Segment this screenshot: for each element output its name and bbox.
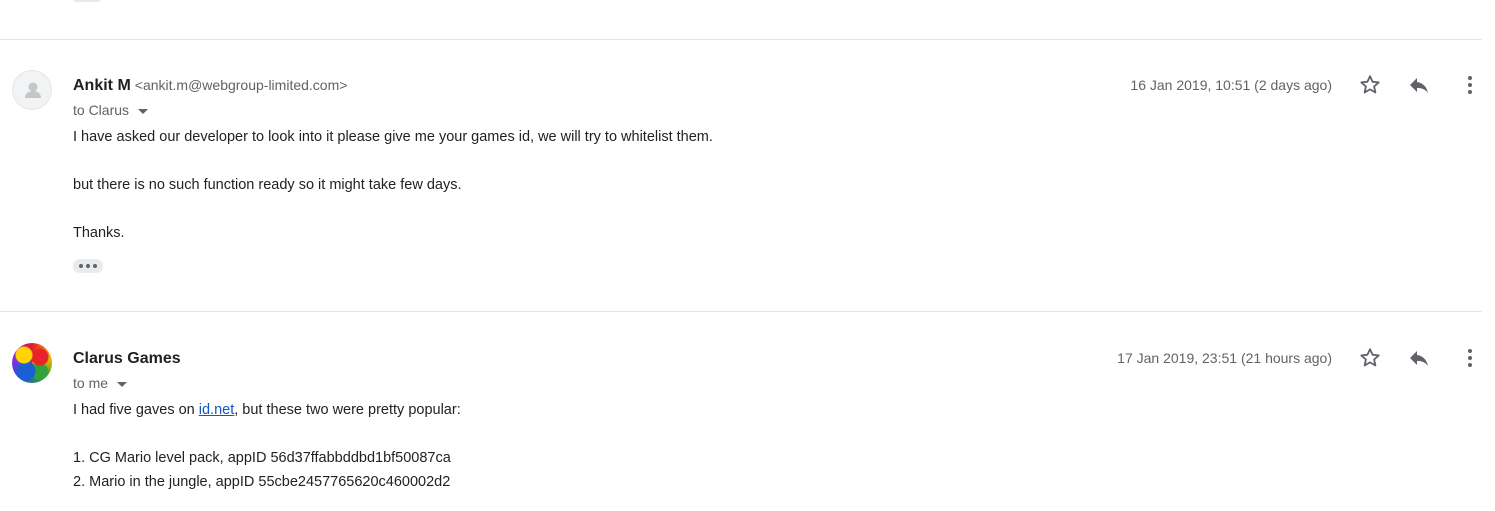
id-net-link[interactable]: id.net [199, 402, 234, 418]
list-item: 1. CG Mario level pack, appID 56d37ffabb… [73, 450, 451, 466]
sender-name[interactable]: Ankit M [73, 77, 131, 94]
recipient-label: to Clarus [73, 102, 130, 118]
default-person-icon [25, 82, 41, 98]
message-ankit: Ankit M <ankit.m@webgroup-limited.com> to… [0, 70, 1495, 290]
more-options-button[interactable] [1455, 70, 1485, 100]
message-clarus: Clarus Games to me 17 Jan 2019, 23:51 (2… [0, 343, 1495, 511]
list-item: 2. Mario in the jungle, appID 55cbe24577… [73, 474, 451, 490]
avatar[interactable] [12, 70, 52, 110]
email-thread: Ankit M <ankit.m@webgroup-limited.com> to… [0, 0, 1495, 511]
ellipsis-icon [93, 264, 97, 268]
message-date: 17 Jan 2019, 23:51 (21 hours ago) [1117, 350, 1332, 366]
show-trimmed-content-button[interactable] [73, 259, 103, 273]
caret-down-icon[interactable] [117, 381, 128, 387]
reply-button[interactable] [1404, 70, 1434, 100]
message-body-line: but there is no such function ready so i… [73, 177, 462, 193]
more-vert-icon [1468, 76, 1472, 94]
message-body-line: I have asked our developer to look into … [73, 129, 713, 145]
recipient-details-toggle[interactable]: to me [73, 375, 128, 391]
sender-line: Clarus Games [73, 350, 181, 368]
body-text-segment: , but these two were pretty popular: [234, 402, 461, 418]
recipient-details-toggle[interactable]: to Clarus [73, 102, 149, 118]
sender-line: Ankit M <ankit.m@webgroup-limited.com> [73, 77, 347, 95]
avatar[interactable] [12, 343, 52, 383]
reply-icon [1410, 78, 1428, 93]
message-body-line: I had five gaves on id.net, but these tw… [73, 402, 461, 418]
more-vert-icon [1468, 349, 1472, 367]
message-divider [0, 311, 1482, 312]
message-divider [0, 39, 1482, 40]
sender-name[interactable]: Clarus Games [73, 350, 181, 367]
star-button[interactable] [1355, 70, 1385, 100]
ellipsis-icon [86, 264, 90, 268]
ellipsis-icon [79, 264, 83, 268]
star-outline-icon [1360, 348, 1380, 367]
caret-down-icon[interactable] [138, 108, 149, 114]
recipient-label: to me [73, 375, 109, 391]
reply-button[interactable] [1404, 343, 1434, 373]
star-button[interactable] [1355, 343, 1385, 373]
sender-email: <ankit.m@webgroup-limited.com> [134, 77, 348, 93]
reply-icon [1410, 351, 1428, 366]
body-text-segment: I had five gaves on [73, 402, 199, 418]
message-date: 16 Jan 2019, 10:51 (2 days ago) [1130, 77, 1332, 93]
star-outline-icon [1360, 75, 1380, 94]
message-body-line: Thanks. [73, 225, 125, 241]
previous-message-trimmed-stub[interactable] [73, 0, 101, 2]
more-options-button[interactable] [1455, 343, 1485, 373]
